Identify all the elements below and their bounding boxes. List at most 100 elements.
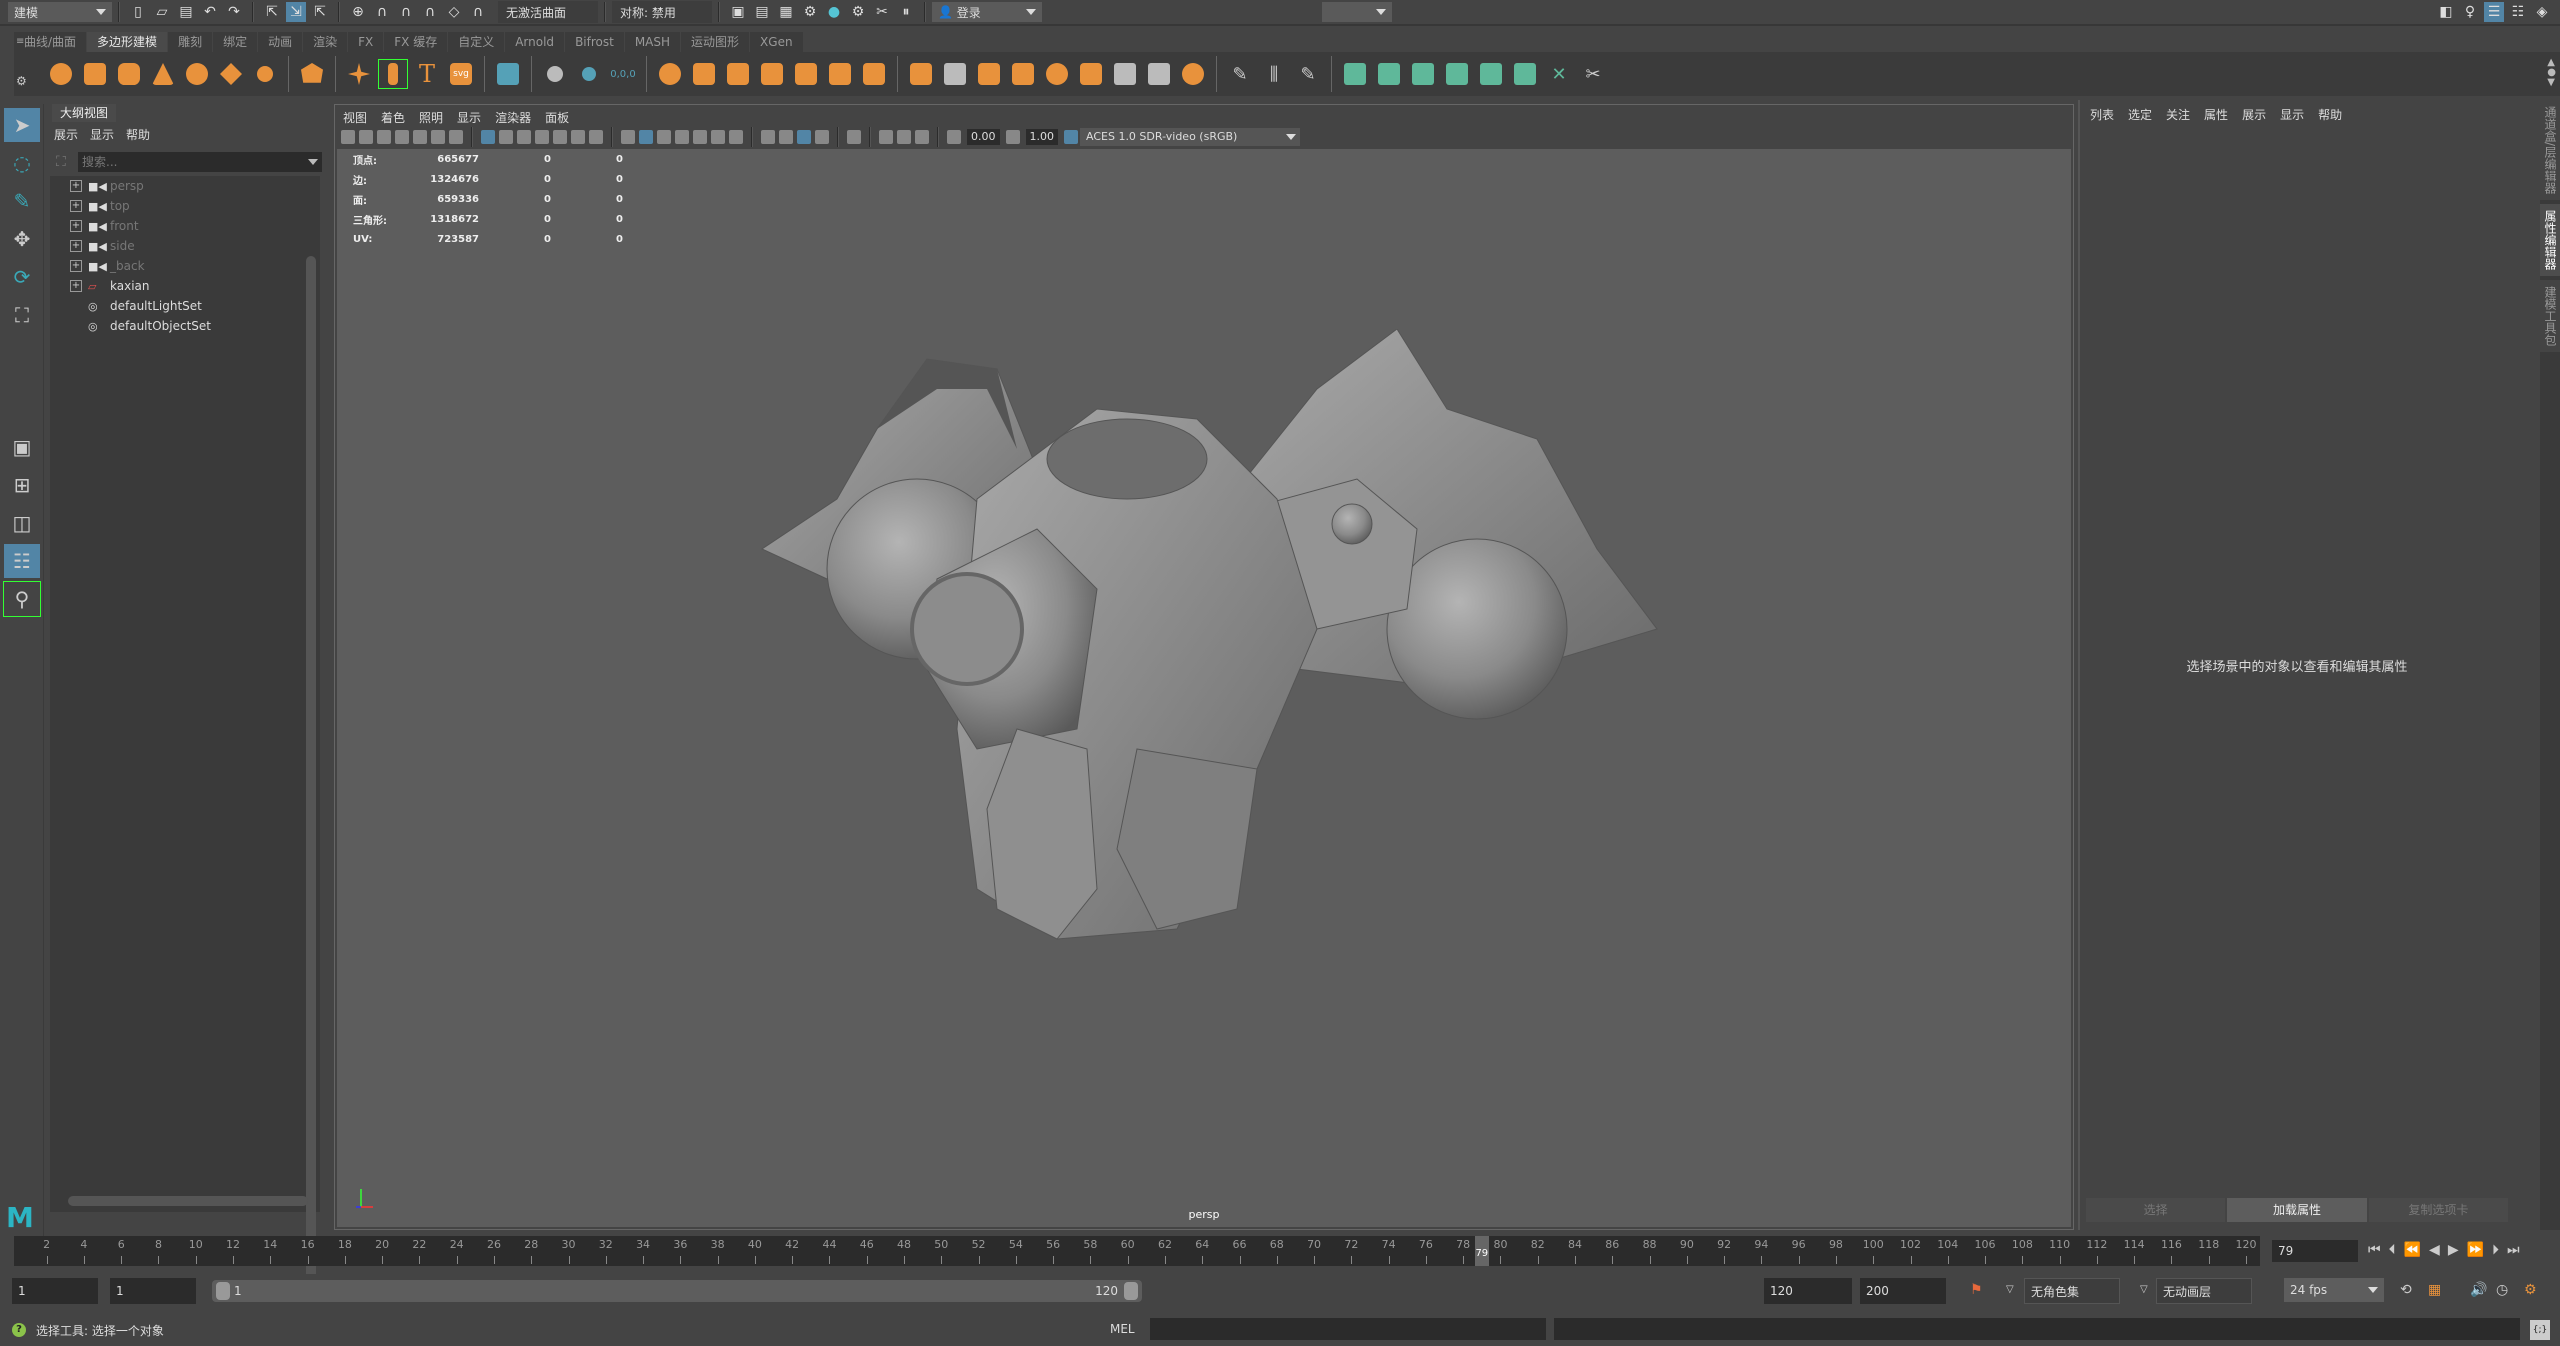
gate-mask-icon[interactable] [535,130,549,144]
lasso-tool-icon[interactable]: ◌ [4,146,40,180]
viewport-menu-renderer[interactable]: 渲染器 [495,109,531,126]
single-perspective-view-icon[interactable]: ▣ [4,430,40,464]
move-tool-icon[interactable]: ✥ [4,222,40,256]
xray-icon[interactable] [879,130,893,144]
isolate-select-icon[interactable] [847,130,861,144]
append-to-polygon-icon[interactable] [1009,60,1037,88]
shelf-tab[interactable]: 多边形建模 [87,32,168,52]
ipr-render-icon[interactable]: ▦ [776,2,796,22]
time-ruler[interactable]: 2 4 6 8 10 12 14 16 18 20 22 24 26 28 30 32 34 36 38 40 42 44… [14,1236,2260,1266]
paint-select-tool-icon[interactable]: ✎ [4,184,40,218]
shelf-menu-icon[interactable]: ≡ [16,36,24,47]
gamma-field[interactable]: 1.00 [1025,129,1058,145]
smooth-shade-icon[interactable] [639,130,653,144]
snap-grid-icon[interactable]: ⊕ [348,2,368,22]
freeze-transform-icon[interactable] [575,60,603,88]
shelf-tab[interactable]: 运动图形 [681,32,750,52]
depth-of-field-icon[interactable] [815,130,829,144]
range-end-handle[interactable] [1124,1282,1138,1300]
outliner-menu-help[interactable]: 帮助 [126,126,150,143]
circularize-icon[interactable] [1179,60,1207,88]
playback-end-field[interactable]: 120 [1764,1278,1852,1304]
expand-icon[interactable]: + [70,200,82,212]
polygon-sheet-icon[interactable] [494,60,522,88]
snap-view-plane-icon[interactable]: ◇ [444,2,464,22]
four-view-icon[interactable]: ⊞ [4,468,40,502]
viewport-menu-shading[interactable]: 着色 [381,109,405,126]
separate-icon[interactable] [690,60,718,88]
wireframe-icon[interactable] [621,130,635,144]
retopologize-icon[interactable] [860,60,888,88]
mirror-icon[interactable] [724,60,752,88]
attr-menu-list[interactable]: 列表 [2090,106,2114,123]
select-button[interactable]: 选择 [2086,1198,2226,1222]
auto-key-icon[interactable]: ⚑ [1970,1282,1983,1298]
svg-tool-icon[interactable]: svg [447,60,475,88]
current-frame-field[interactable]: 79 [2272,1240,2358,1262]
play-backwards-icon[interactable]: ◀ [2429,1242,2440,1258]
shelf-tab[interactable]: 雕刻 [168,32,213,52]
ambient-occlusion-icon[interactable] [761,130,775,144]
symmetry-dropdown[interactable]: 对称: 禁用 [612,1,712,23]
exposure-icon[interactable] [947,130,961,144]
scale-tool-icon[interactable]: ⛶ [4,298,40,332]
outliner-item[interactable]: + ■◀ persp [50,176,320,196]
select-object-icon[interactable]: ⇲ [286,2,306,22]
animation-start-field[interactable]: 1 [12,1278,98,1304]
outliner-item[interactable]: ◎ defaultObjectSet [50,316,320,336]
image-plane-icon[interactable] [413,130,427,144]
bookmark-icon[interactable] [395,130,409,144]
animation-preferences-icon[interactable]: ⚙ [2524,1282,2537,1298]
outliner-vertical-scrollbar[interactable] [306,256,316,1280]
attr-menu-selected[interactable]: 选定 [2128,106,2152,123]
persp-outliner-icon[interactable]: ◫ [4,506,40,540]
resolution-gate-icon[interactable] [517,130,531,144]
planar-uv-icon[interactable] [1341,60,1369,88]
poly-torus-icon[interactable] [183,60,211,88]
make-live-icon[interactable]: ∩ [468,2,488,22]
safe-action-icon[interactable] [571,130,585,144]
sound-icon[interactable]: 🔊 [2470,1282,2487,1298]
command-line-input[interactable] [1150,1318,1546,1340]
poly-cube-icon[interactable] [81,60,109,88]
step-back-frame-icon[interactable]: ⏴ [2389,1242,2396,1258]
attr-menu-show[interactable]: 展示 [2242,106,2266,123]
viewport-menu-lighting[interactable]: 照明 [419,109,443,126]
save-scene-icon[interactable]: ▤ [176,2,196,22]
target-weld-icon[interactable] [1145,60,1173,88]
attr-menu-display[interactable]: 显示 [2280,106,2304,123]
3d-model-armor[interactable] [757,329,1757,989]
tab-channel-box[interactable]: 通道盒/层编辑器 [2540,100,2560,201]
3d-viewport[interactable]: 顶点: 665677 0 0 边: 1324676 0 0 面: 659336 0 0 三角形: 1318… [337,149,2071,1227]
default-material-icon[interactable] [657,130,671,144]
select-camera-icon[interactable] [341,130,355,144]
outliner-layout-icon[interactable]: ☷ [4,544,40,578]
expand-icon[interactable]: + [70,280,82,292]
remesh-icon[interactable] [826,60,854,88]
search-icon[interactable]: ⚲ [3,581,41,617]
grease-pencil-icon[interactable] [449,130,463,144]
outliner-item[interactable]: + ■◀ side [50,236,320,256]
hik-toggle-icon[interactable]: ♀ [2460,2,2480,22]
animation-layer-dropdown[interactable]: 无动画层 [2156,1278,2252,1304]
poly-plane-icon[interactable] [217,60,245,88]
outliner-menu-display[interactable]: 显示 [90,126,114,143]
pause-viewport-icon[interactable]: ⏸ [896,2,916,22]
cut-sew-uv-icon[interactable]: ✂ [1579,60,1607,88]
attr-menu-focus[interactable]: 关注 [2166,106,2190,123]
tab-modeling-toolkit[interactable]: 建模工具包 [2540,280,2560,353]
uv-editor-icon[interactable] [1511,60,1539,88]
snap-point-icon[interactable]: ∩ [396,2,416,22]
expand-icon[interactable]: + [70,220,82,232]
shelf-tab[interactable]: FX [348,32,384,52]
new-scene-icon[interactable]: ▯ [128,2,148,22]
redo-icon[interactable]: ↷ [224,2,244,22]
fill-hole-icon[interactable] [1043,60,1071,88]
platonic-solid-icon[interactable] [298,60,326,88]
motion-blur-icon[interactable] [779,130,793,144]
multi-cut-icon[interactable]: ✎ [1226,60,1254,88]
outliner-tab[interactable]: 大纲视图 [52,104,117,122]
range-start-handle[interactable] [216,1282,230,1300]
viewport-menu-show[interactable]: 显示 [457,109,481,126]
xray-joints-icon[interactable] [915,130,929,144]
